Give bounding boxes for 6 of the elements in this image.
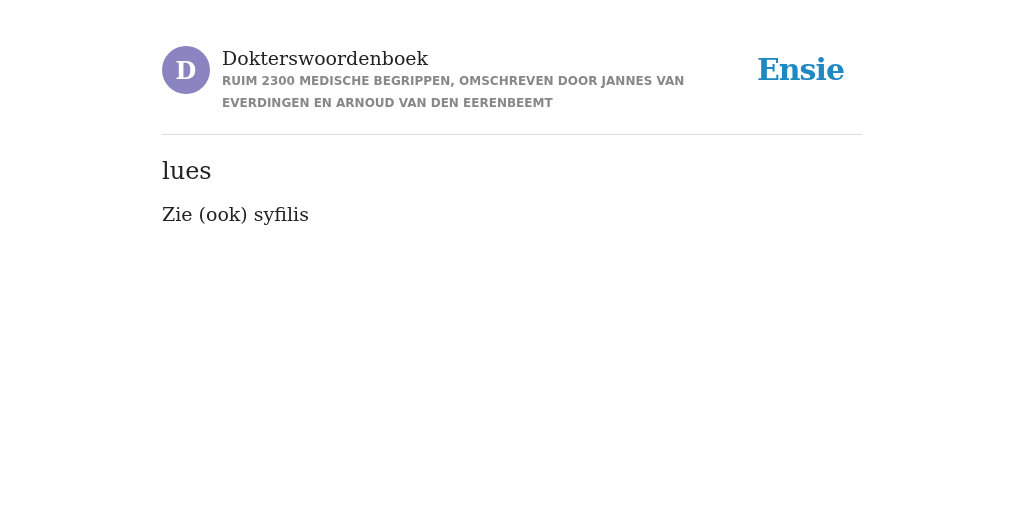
entry-term: lues [162, 157, 213, 185]
avatar: D [162, 46, 210, 94]
dictionary-title: Dokterswoordenboek [222, 46, 430, 70]
logo[interactable]: Ensie [756, 52, 844, 87]
entry-definition: Zie (ook) syfilis [162, 203, 310, 225]
dictionary-subtitle: RUIM 2300 MEDISCHE BEGRIPPEN, OMSCHREVEN DOOR JANNES VAN EVERDINGEN EN ARNOUD VAN DEN EERENBEEMT [222, 73, 686, 112]
